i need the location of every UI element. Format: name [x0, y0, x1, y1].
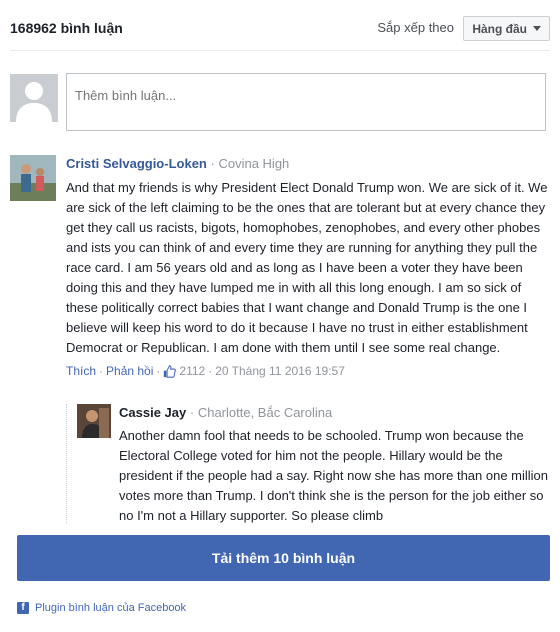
chevron-down-icon — [533, 26, 541, 31]
thumbs-up-icon — [164, 364, 177, 378]
separator-dot: · — [208, 364, 213, 378]
reply-author-link[interactable]: Cassie Jay — [119, 405, 186, 420]
reply-author-line: Cassie Jay · Charlotte, Bắc Carolina — [119, 404, 550, 422]
like-link[interactable]: Thích — [66, 364, 96, 378]
commenter-avatar[interactable] — [10, 155, 56, 201]
user-avatar — [10, 74, 58, 122]
reply-author-avatar[interactable] — [77, 404, 111, 438]
separator-dot: · — [156, 364, 161, 378]
header-divider — [10, 50, 550, 51]
reply-affiliation: Charlotte, Bắc Carolina — [197, 405, 333, 420]
profile-photo-icon — [77, 404, 111, 438]
sort-dropdown[interactable]: Hàng đầu — [463, 16, 550, 41]
separator-dot: · — [99, 364, 104, 378]
sort-label: Sắp xếp theo — [377, 20, 454, 35]
comment-author-line: Cristi Selvaggio-Loken · Covina High — [66, 155, 550, 173]
like-count: 2112 — [179, 364, 206, 378]
comment: Cristi Selvaggio-Loken · Covina High And… — [66, 155, 550, 378]
comment-input[interactable] — [66, 73, 546, 131]
load-more-comments-button[interactable]: Tải thêm 10 bình luận — [17, 535, 550, 581]
facebook-plugin-footer[interactable]: f Plugin bình luận của Facebook — [17, 602, 186, 614]
reply-content: Cassie Jay · Charlotte, Bắc Carolina Ano… — [119, 404, 550, 524]
default-avatar-icon — [10, 74, 58, 122]
comment-affiliation: Covina High — [218, 156, 290, 171]
sort-dropdown-value: Hàng đầu — [472, 21, 527, 36]
comment-timestamp[interactable]: 20 Tháng 11 2016 19:57 — [215, 364, 345, 378]
comment-author-link[interactable]: Cristi Selvaggio-Loken — [66, 156, 207, 171]
comments-header: 168962 bình luận Sắp xếp theo Hàng đầu — [10, 12, 550, 42]
reply: Cassie Jay · Charlotte, Bắc Carolina Ano… — [66, 404, 550, 524]
separator-dot: · — [189, 405, 195, 420]
reply-text: Another damn fool that needs to be schoo… — [119, 428, 549, 523]
facebook-logo-icon: f — [17, 602, 29, 614]
profile-photo-icon — [10, 155, 56, 201]
facebook-plugin-link[interactable]: Plugin bình luận của Facebook — [35, 602, 186, 614]
reply-link[interactable]: Phản hồi — [106, 364, 153, 378]
separator-dot: · — [210, 156, 215, 171]
comment-actions: Thích · Phản hồi · 2112 · 20 Tháng 11 20… — [66, 364, 550, 378]
comment-text: And that my friends is why President Ele… — [66, 180, 548, 355]
comment-count: 168962 bình luận — [10, 20, 123, 36]
